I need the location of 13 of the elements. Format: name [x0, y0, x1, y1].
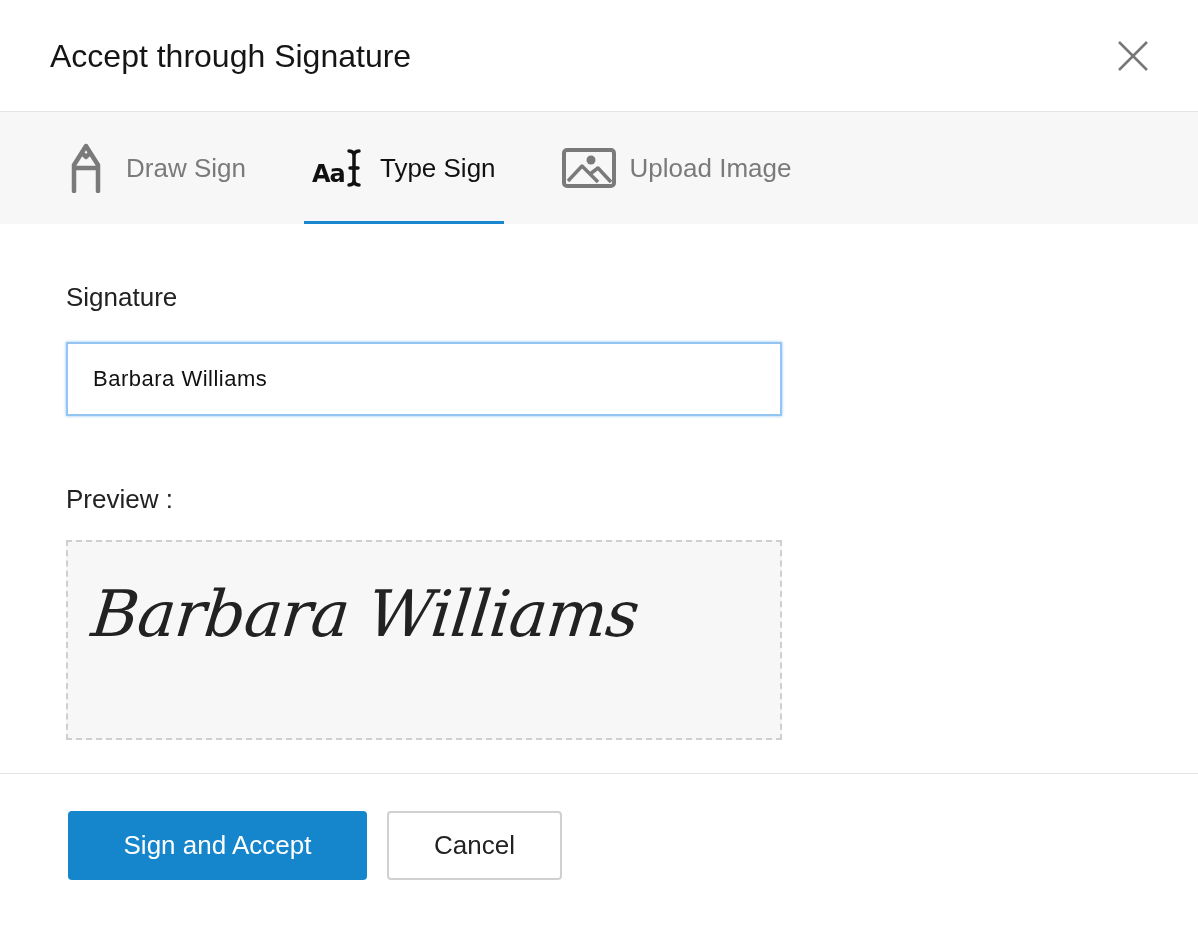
signature-preview: Barbara Williams: [87, 576, 644, 653]
signature-input[interactable]: Barbara Williams: [66, 342, 782, 416]
close-icon[interactable]: [1116, 38, 1150, 73]
tab[interactable]: Upload Image: [553, 112, 800, 224]
tab[interactable]: Aa Type Sign: [303, 112, 504, 224]
sign-accept-button[interactable]: Sign and Accept: [68, 811, 367, 880]
tab[interactable]: Draw Sign: [62, 112, 254, 224]
dialog-title: Accept through Signature: [50, 36, 412, 76]
pencil-icon: [70, 143, 102, 193]
cancel-button[interactable]: Cancel: [387, 811, 562, 880]
image-icon: [561, 148, 616, 188]
field-label: Signature: [66, 282, 178, 312]
preview-label: Preview :: [66, 484, 173, 514]
